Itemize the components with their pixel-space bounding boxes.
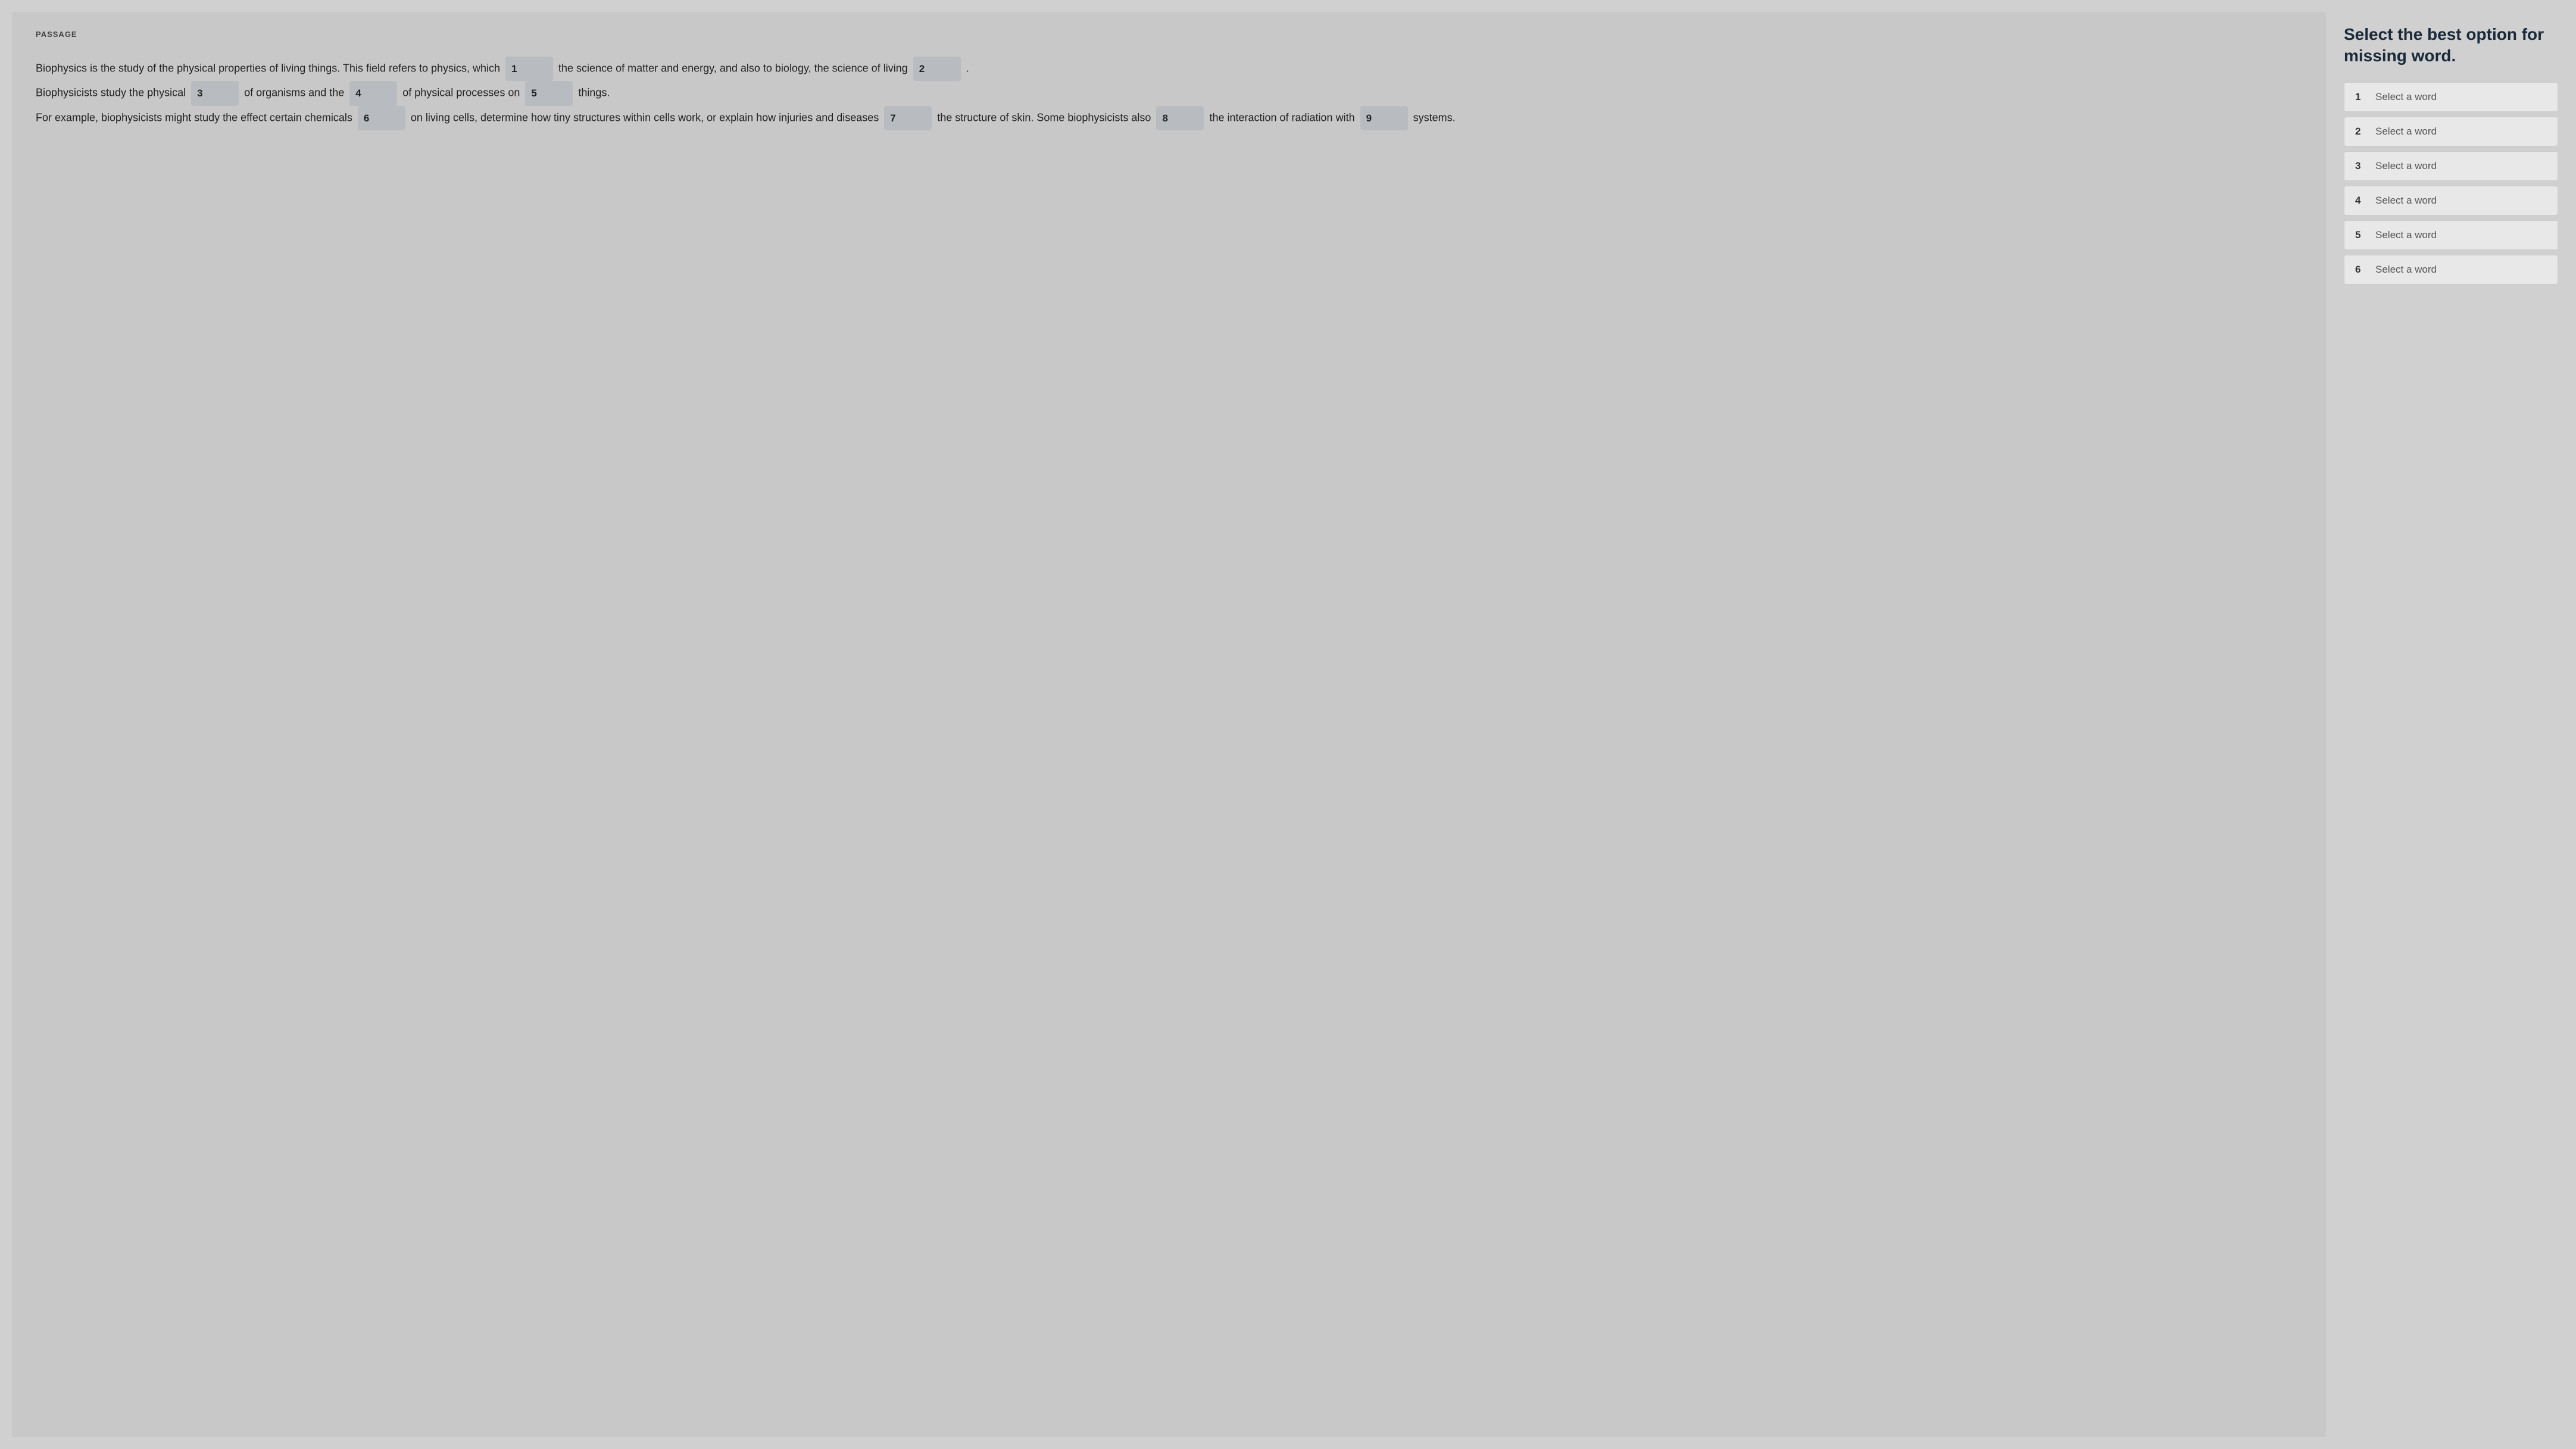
blank-7[interactable]: 7 [884,106,932,130]
select-word-item-6[interactable]: 6 Select a word [2344,255,2558,285]
select-word-item-2[interactable]: 2 Select a word [2344,117,2558,146]
blank-3[interactable]: 3 [191,81,239,105]
item-number-5: 5 [2355,229,2367,241]
select-word-item-4[interactable]: 4 Select a word [2344,186,2558,216]
passage-text: Biophysics is the study of the physical … [36,57,2302,130]
right-panel-title: Select the best option for missing word. [2344,24,2558,67]
right-panel: Select the best option for missing word.… [2338,12,2564,1437]
item-label-3: Select a word [2375,160,2437,172]
item-label-5: Select a word [2375,229,2437,241]
item-number-1: 1 [2355,91,2367,103]
blank-9[interactable]: 9 [1360,106,1408,130]
blank-8[interactable]: 8 [1156,106,1204,130]
item-number-3: 3 [2355,160,2367,172]
item-number-6: 6 [2355,264,2367,276]
select-items-container: 1 Select a word 2 Select a word 3 Select a wo… [2344,82,2558,289]
blank-2[interactable]: 2 [913,57,961,81]
select-word-item-5[interactable]: 5 Select a word [2344,220,2558,250]
select-word-item-1[interactable]: 1 Select a word [2344,82,2558,112]
passage-section: PASSAGE Biophysics is the study of the p… [12,12,2326,1437]
passage-label: PASSAGE [36,30,2302,39]
select-word-item-3[interactable]: 3 Select a word [2344,151,2558,181]
main-container: PASSAGE Biophysics is the study of the p… [12,12,2564,1437]
item-label-1: Select a word [2375,91,2437,103]
item-label-6: Select a word [2375,264,2437,276]
blank-4[interactable]: 4 [349,81,397,105]
blank-5[interactable]: 5 [525,81,573,105]
blank-6[interactable]: 6 [358,106,405,130]
item-number-4: 4 [2355,195,2367,207]
item-label-2: Select a word [2375,126,2437,138]
item-label-4: Select a word [2375,195,2437,207]
item-number-2: 2 [2355,126,2367,138]
blank-1[interactable]: 1 [505,57,553,81]
